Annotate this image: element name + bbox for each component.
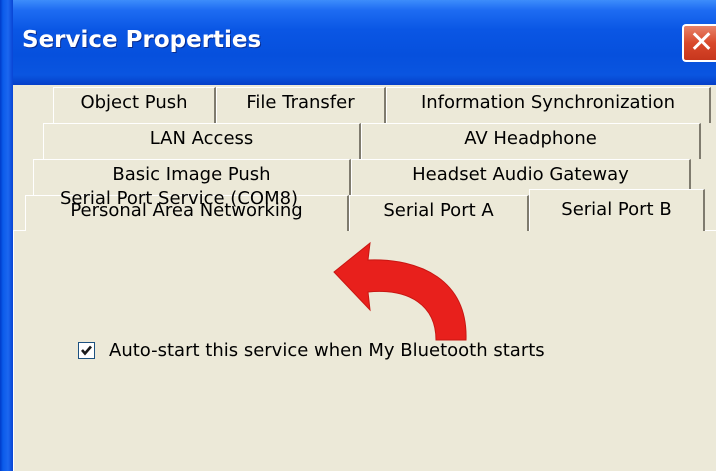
curved-arrow-icon	[333, 241, 467, 341]
checkmark-icon	[81, 345, 92, 356]
window-frame-left	[0, 0, 13, 471]
autostart-checkbox[interactable]	[78, 342, 95, 359]
close-icon: ✕	[689, 25, 715, 60]
service-properties-window: Service Properties ✕ Object Push File Tr…	[0, 0, 716, 471]
tab-serial-port-a[interactable]: Serial Port A	[349, 195, 529, 231]
tab-object-push[interactable]: Object Push	[53, 87, 216, 123]
window-title: Service Properties	[22, 27, 262, 53]
service-name-label: Serial Port Service (COM8)	[60, 188, 299, 209]
tab-av-headphone[interactable]: AV Headphone	[361, 123, 701, 159]
tab-information-synchronization[interactable]: Information Synchronization	[386, 87, 711, 123]
close-button[interactable]: ✕	[682, 24, 716, 62]
tab-lan-access[interactable]: LAN Access	[43, 123, 361, 159]
tab-serial-port-b[interactable]: Serial Port B	[529, 189, 705, 231]
title-bar[interactable]: Service Properties ✕	[0, 0, 716, 85]
tab-file-transfer[interactable]: File Transfer	[216, 87, 386, 123]
